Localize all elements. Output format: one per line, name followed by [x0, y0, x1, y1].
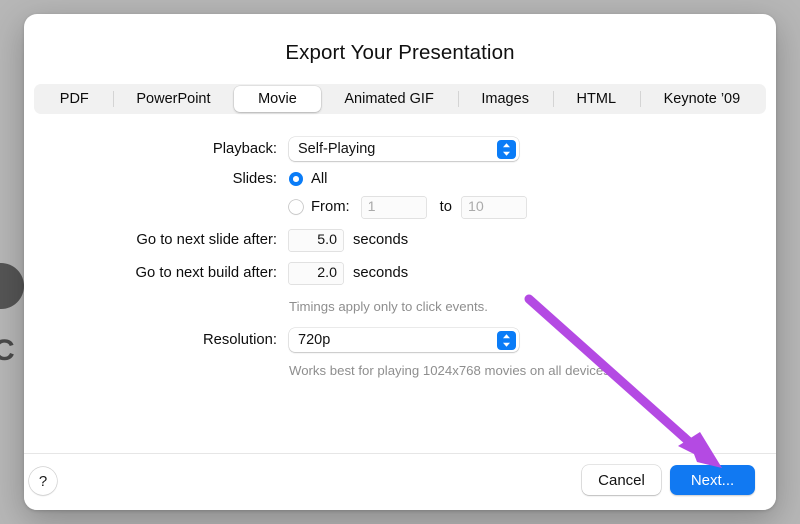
slides-all-label: All — [311, 171, 328, 187]
tab-images-label: Images — [481, 91, 529, 107]
next-slide-value: 5.0 — [317, 232, 337, 248]
resolution-note-row: Works best for playing 1024x768 movies o… — [24, 356, 776, 384]
tab-powerpoint[interactable]: PowerPoint — [112, 86, 235, 112]
slides-from-input[interactable]: 1 — [361, 196, 426, 218]
playback-row: Playback: Self-Playing — [24, 132, 776, 166]
next-build-field: 2.0 seconds — [289, 262, 409, 284]
next-slide-label: Go to next slide after: — [136, 232, 277, 248]
cancel-button[interactable]: Cancel — [582, 465, 661, 495]
slides-from-label: From: — [311, 199, 350, 215]
slides-range-radio-group[interactable]: From: — [289, 199, 350, 215]
resolution-select[interactable]: 720p — [289, 328, 519, 352]
tab-html[interactable]: HTML — [552, 86, 640, 112]
slides-all-field: All — [289, 171, 327, 187]
radio-range-unselected-icon[interactable] — [289, 200, 303, 214]
timings-note-row: Timings apply only to click events. — [24, 288, 776, 324]
playback-select-value: Self-Playing — [298, 141, 376, 157]
slides-range-row: From: 1 to 10 — [24, 192, 776, 222]
next-button-label: Next... — [690, 471, 735, 489]
tab-animated-gif-label: Animated GIF — [344, 91, 434, 107]
slides-to-label: to — [439, 199, 452, 215]
slides-from-value: 1 — [367, 199, 376, 215]
tab-html-label: HTML — [576, 91, 617, 107]
next-build-label: Go to next build after: — [135, 265, 277, 281]
radio-all-selected-icon[interactable] — [289, 172, 303, 186]
playback-select[interactable]: Self-Playing — [289, 137, 519, 161]
export-format-tabbar: PDF PowerPoint Movie Animated GIF Images… — [34, 84, 766, 114]
resolution-select-value: 720p — [298, 332, 331, 348]
playback-field: Self-Playing — [289, 137, 519, 161]
next-build-unit: seconds — [353, 265, 409, 281]
slides-to-input[interactable]: 10 — [461, 196, 526, 218]
tab-movie[interactable]: Movie — [234, 86, 321, 112]
slides-label: Slides: — [232, 171, 277, 187]
background-circle-shape — [0, 263, 24, 309]
dialog-title: Export Your Presentation — [285, 41, 515, 64]
resolution-label: Resolution: — [202, 332, 277, 348]
timings-note-field: Timings apply only to click events. — [289, 299, 488, 314]
question-mark-icon: ? — [38, 472, 48, 490]
resolution-note: Works best for playing 1024x768 movies o… — [289, 362, 614, 378]
next-build-value: 2.0 — [317, 265, 337, 281]
chevron-up-down-icon — [497, 330, 516, 350]
tab-keynote-09-label: Keynote ’09 — [663, 91, 741, 107]
tab-powerpoint-label: PowerPoint — [136, 91, 211, 107]
next-slide-row: Go to next slide after: 5.0 seconds — [24, 222, 776, 258]
export-dialog: Export Your Presentation PDF PowerPoint … — [24, 14, 776, 510]
slides-all-row: Slides: All — [24, 166, 776, 192]
tab-pdf[interactable]: PDF — [36, 86, 113, 112]
slides-all-radio-group[interactable]: All — [289, 171, 327, 187]
next-build-input[interactable]: 2.0 — [289, 262, 343, 284]
next-slide-unit: seconds — [353, 232, 409, 248]
next-slide-field: 5.0 seconds — [289, 229, 409, 251]
tab-animated-gif[interactable]: Animated GIF — [321, 86, 458, 112]
tab-images[interactable]: Images — [457, 86, 553, 112]
chevron-up-down-icon — [497, 139, 516, 159]
tab-keynote-09[interactable]: Keynote ’09 — [639, 86, 764, 112]
timings-note: Timings apply only to click events. — [289, 298, 488, 314]
next-slide-input[interactable]: 5.0 — [289, 229, 343, 251]
dialog-footer: ? Cancel Next... — [24, 454, 776, 510]
cancel-button-label: Cancel — [598, 471, 645, 489]
help-button[interactable]: ? — [29, 467, 57, 495]
tab-movie-label: Movie — [258, 91, 297, 107]
background-letter-glyph: C — [0, 334, 15, 367]
movie-export-form: Playback: Self-Playing Slides: All From:… — [24, 132, 776, 384]
playback-label: Playback: — [212, 141, 277, 157]
resolution-note-field: Works best for playing 1024x768 movies o… — [289, 363, 613, 378]
slides-to-value: 10 — [467, 199, 484, 215]
slides-range-field: From: 1 to 10 — [289, 196, 526, 218]
resolution-field: 720p — [289, 328, 519, 352]
next-build-row: Go to next build after: 2.0 seconds — [24, 258, 776, 288]
resolution-row: Resolution: 720p — [24, 324, 776, 356]
tab-pdf-label: PDF — [59, 91, 89, 107]
next-button[interactable]: Next... — [670, 465, 755, 495]
